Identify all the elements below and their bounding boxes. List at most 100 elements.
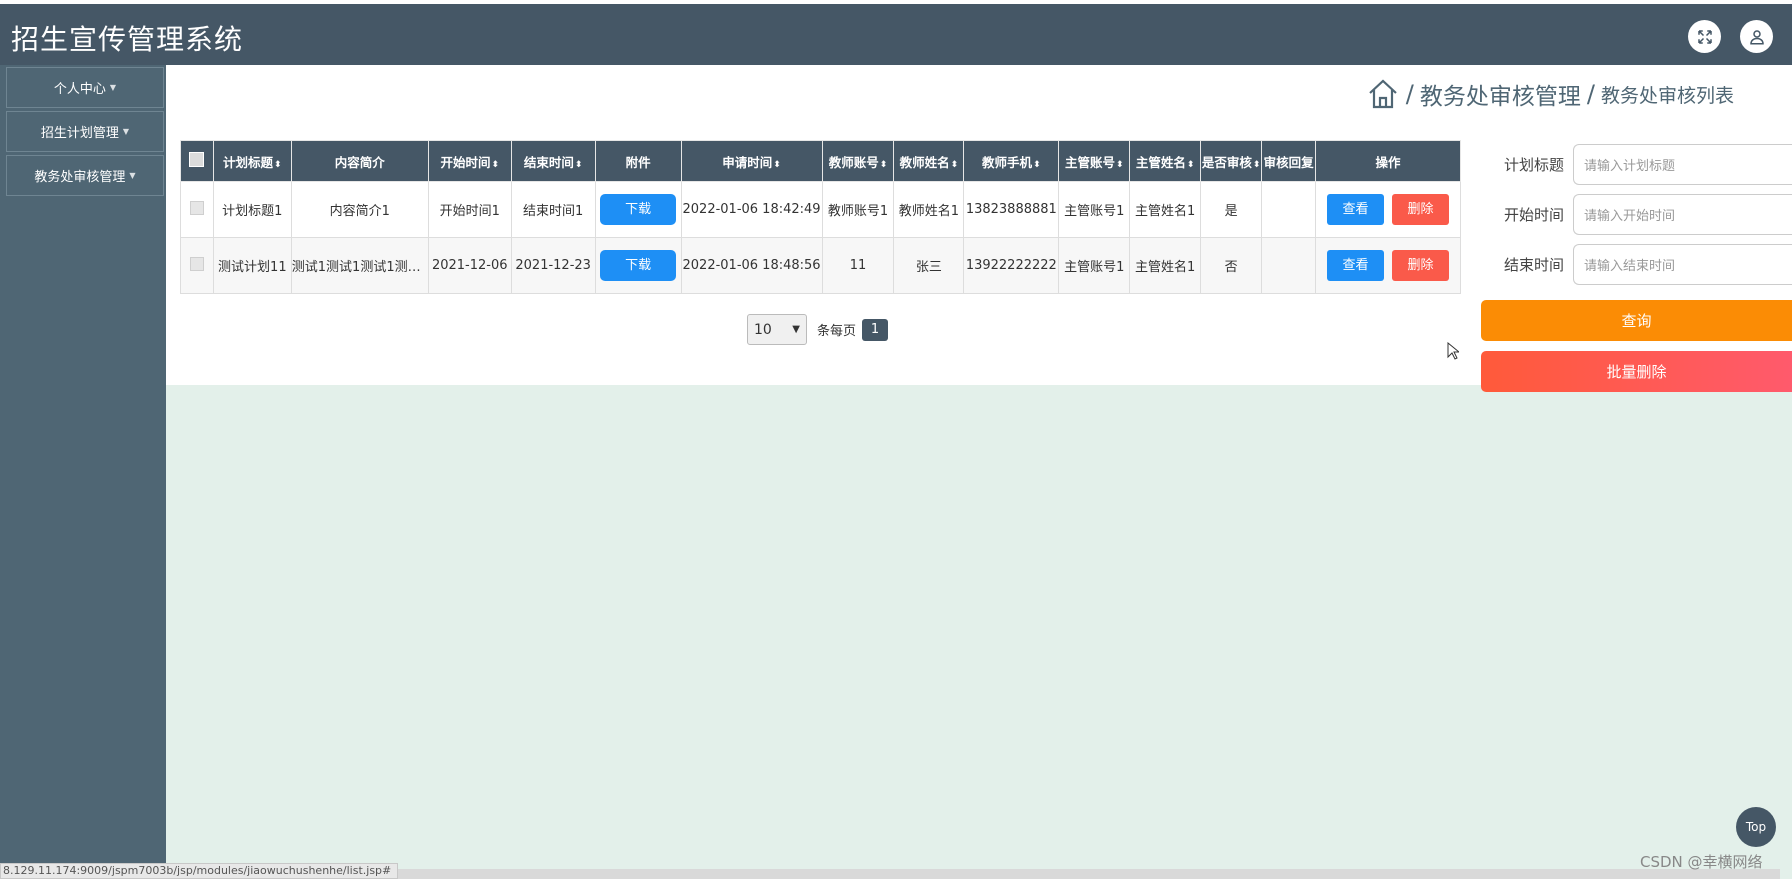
caret-down-icon: ▼ (122, 127, 130, 136)
sort-icon[interactable]: ⬍ (575, 160, 583, 170)
col-header-actions: 操作 (1315, 140, 1461, 182)
cell-reply (1261, 237, 1317, 294)
cell-reviewed: 是 (1200, 181, 1263, 238)
breadcrumb-level1[interactable]: 教务处审核管理 (1420, 77, 1581, 111)
chevron-down-icon: ▼ (792, 324, 800, 335)
filter-title-input[interactable]: 请输入计划标题 (1573, 144, 1792, 185)
col-header-teacher-name[interactable]: 教师姓名⬍ (893, 140, 965, 182)
back-to-top-button[interactable]: Top (1736, 807, 1776, 847)
col-header-start[interactable]: 开始时间⬍ (427, 140, 512, 182)
horizontal-scrollbar[interactable] (380, 869, 1780, 879)
select-all-header[interactable] (180, 140, 214, 182)
filter-end-input[interactable]: 请输入结束时间 (1573, 244, 1792, 285)
cell-teacher-account: 11 (821, 237, 895, 294)
filter-start-input[interactable]: 请输入开始时间 (1573, 194, 1792, 235)
col-header-teacher-account[interactable]: 教师账号⬍ (821, 140, 895, 182)
sidebar-item-academic-review[interactable]: 教务处审核管理 ▼ (6, 155, 164, 196)
query-button[interactable]: 查询 (1481, 300, 1792, 341)
cell-supervisor-account: 主管账号1 (1058, 181, 1131, 238)
sort-icon[interactable]: ⬍ (773, 160, 781, 170)
delete-button[interactable]: 删除 (1392, 194, 1450, 225)
download-button[interactable]: 下载 (600, 250, 677, 281)
cell-title: 计划标题1 (212, 181, 292, 238)
table-header-row: 计划标题⬍ 内容简介 开始时间⬍ 结束时间⬍ 附件 申请时间⬍ 教师账号⬍ 教师… (180, 140, 1461, 182)
col-header-teacher-phone[interactable]: 教师手机⬍ (963, 140, 1060, 182)
cell-supervisor-name: 主管姓名1 (1129, 237, 1202, 294)
filter-end-label: 结束时间 (1503, 256, 1564, 274)
cell-applied: 2022-01-06 18:48:56 (680, 237, 823, 294)
sort-icon[interactable]: ⬍ (491, 160, 499, 170)
sidebar-item-label: 教务处审核管理 (34, 170, 126, 185)
select-all-checkbox[interactable] (189, 152, 205, 167)
review-table: 计划标题⬍ 内容简介 开始时间⬍ 结束时间⬍ 附件 申请时间⬍ 教师账号⬍ 教师… (180, 140, 1461, 294)
cell-attachment: 下载 (594, 237, 682, 294)
sort-icon[interactable]: ⬍ (1187, 160, 1195, 170)
col-header-supervisor-account[interactable]: 主管账号⬍ (1058, 140, 1131, 182)
row-checkbox[interactable] (189, 256, 204, 271)
sidebar-item-personal-center[interactable]: 个人中心 ▼ (6, 67, 164, 108)
watermark: CSDN @幸横网络 (1640, 853, 1763, 871)
row-select-cell[interactable] (180, 181, 214, 238)
sort-icon[interactable]: ⬍ (274, 160, 282, 170)
col-header-intro: 内容简介 (290, 140, 429, 182)
sort-icon[interactable]: ⬍ (1253, 160, 1261, 170)
caret-down-icon: ▼ (129, 171, 136, 180)
delete-button[interactable]: 删除 (1392, 250, 1450, 281)
mouse-cursor-icon (1447, 342, 1459, 360)
view-button[interactable]: 查看 (1327, 194, 1385, 225)
filter-start-label: 开始时间 (1503, 206, 1564, 224)
cell-teacher-phone: 13823888881 (963, 181, 1060, 238)
home-icon[interactable] (1366, 77, 1400, 111)
filter-title-label: 计划标题 (1503, 156, 1564, 174)
batch-delete-button[interactable]: 批量删除 (1481, 351, 1792, 392)
expand-icon (1697, 29, 1712, 44)
cell-actions: 查看 删除 (1315, 237, 1461, 294)
cell-teacher-account: 教师账号1 (821, 181, 895, 238)
cell-reviewed: 否 (1200, 237, 1263, 294)
top-bar: 招生宣传管理系统 (0, 0, 1792, 65)
row-select-cell[interactable] (180, 237, 214, 294)
sort-icon[interactable]: ⬍ (1116, 160, 1124, 170)
app-title: 招生宣传管理系统 (11, 23, 244, 56)
user-button[interactable] (1740, 20, 1773, 53)
sort-icon[interactable]: ⬍ (880, 160, 888, 170)
cell-start: 开始时间1 (427, 181, 512, 238)
download-button[interactable]: 下载 (600, 194, 677, 225)
col-header-reply: 审核回复 (1261, 140, 1317, 182)
row-checkbox[interactable] (189, 200, 204, 215)
cell-start: 2021-12-06 (427, 237, 512, 294)
user-icon (1749, 29, 1764, 44)
view-button[interactable]: 查看 (1327, 250, 1385, 281)
cell-supervisor-name: 主管姓名1 (1129, 181, 1202, 238)
caret-down-icon: ▼ (109, 83, 117, 92)
cell-intro: 测试1测试1测试1测试1 (290, 237, 429, 294)
sort-icon[interactable]: ⬍ (1033, 160, 1041, 170)
sidebar: 个人中心 ▼ 招生计划管理 ▼ 教务处审核管理 ▼ (0, 65, 166, 879)
col-header-reviewed[interactable]: 是否审核⬍ (1200, 140, 1263, 182)
col-header-end[interactable]: 结束时间⬍ (510, 140, 596, 182)
cell-end: 2021-12-23 (510, 237, 596, 294)
cell-reply (1261, 181, 1317, 238)
col-header-applied[interactable]: 申请时间⬍ (680, 140, 823, 182)
cell-attachment: 下载 (594, 181, 682, 238)
col-header-supervisor-name[interactable]: 主管姓名⬍ (1129, 140, 1202, 182)
pagination: 10 ▼ 条每页 1 (747, 314, 889, 345)
fullscreen-button[interactable] (1688, 20, 1721, 53)
breadcrumb-level2: 教务处审核列表 (1600, 84, 1734, 107)
cell-teacher-phone: 13922222222 (963, 237, 1060, 294)
cell-end: 结束时间1 (510, 181, 596, 238)
sidebar-item-enrollment-plan[interactable]: 招生计划管理 ▼ (6, 111, 164, 152)
col-header-title[interactable]: 计划标题⬍ (212, 140, 292, 182)
page-size-select[interactable]: 10 ▼ (747, 314, 807, 345)
sort-icon[interactable]: ⬍ (951, 160, 959, 170)
cell-applied: 2022-01-06 18:42:49 (680, 181, 823, 238)
breadcrumb-separator: / (1586, 80, 1595, 108)
page-button-current[interactable]: 1 (862, 318, 889, 341)
status-bar-url: 8.129.11.174:9009/jspm7003b/jsp/modules/… (0, 863, 399, 879)
cell-supervisor-account: 主管账号1 (1058, 237, 1131, 294)
sidebar-item-label: 招生计划管理 (40, 126, 119, 141)
cell-teacher-name: 教师姓名1 (893, 181, 965, 238)
cell-intro: 内容简介1 (290, 181, 429, 238)
table-row: 计划标题1 内容简介1 开始时间1 结束时间1 下载 2022-01-06 18… (180, 181, 1461, 238)
breadcrumb: / 教务处审核管理 / 教务处审核列表 (1366, 77, 1734, 111)
